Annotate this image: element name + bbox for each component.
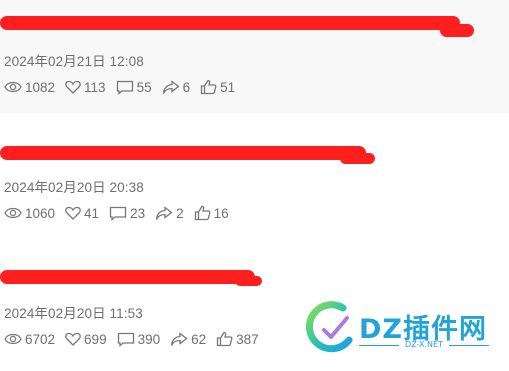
comments-stat[interactable]: 390 [117,331,161,347]
comment-icon [116,80,133,95]
views-stat: 1060 [4,206,55,221]
redacted-title [340,153,375,164]
shares-count: 2 [176,205,184,221]
comments-count: 390 [137,331,161,347]
shares-stat[interactable]: 6 [162,79,191,95]
heart-icon [65,80,81,94]
views-stat: 6702 [4,332,55,347]
shares-count: 6 [182,79,191,95]
eye-icon [4,333,22,345]
heart-icon [65,206,81,220]
thumbs-stat[interactable]: 387 [216,331,259,347]
thumbs-up-icon [200,79,217,95]
post-stats: 1060 41 23 2 16 [4,205,239,221]
watermark: DZ插件网 DZ-X.NET [305,300,505,360]
post-date: 2024年02月20日 11:53 [4,306,143,321]
post-date: 2024年02月21日 12:08 [4,54,144,69]
post-stats: 6702 699 390 62 387 [4,331,269,347]
redacted-title[interactable] [0,16,460,30]
likes-stat[interactable]: 113 [65,80,106,95]
thumbs-count: 51 [220,79,236,95]
redacted-title [235,276,262,286]
thumbs-stat[interactable]: 51 [200,79,235,95]
redacted-title [440,24,474,37]
views-count: 1060 [25,205,56,221]
redacted-title[interactable] [0,270,255,284]
comments-stat[interactable]: 55 [116,80,152,95]
share-icon [155,205,173,220]
likes-count: 113 [84,79,106,95]
post-date: 2024年02月20日 20:38 [4,180,144,195]
eye-icon [4,81,22,93]
eye-icon [4,207,22,219]
post-stats: 1082 113 55 6 51 [4,79,245,95]
post-card[interactable]: 2024年02月21日 12:08 1082 113 55 6 51 [0,0,509,113]
thumbs-up-icon [216,331,233,347]
heart-icon [65,332,81,346]
shares-count: 62 [191,331,207,347]
redacted-title[interactable] [0,146,366,160]
thumbs-stat[interactable]: 16 [194,205,229,221]
views-stat: 1082 [4,80,55,95]
views-count: 1082 [25,79,56,95]
shares-stat[interactable]: 2 [155,206,184,221]
share-icon [170,331,188,346]
likes-count: 41 [84,205,100,221]
thumbs-count: 16 [213,205,229,221]
watermark-logo-icon [305,301,353,353]
thumbs-up-icon [194,205,211,221]
comments-count: 55 [136,79,152,95]
comment-icon [109,206,127,221]
post-card[interactable]: 2024年02月20日 20:38 1060 41 23 2 16 [0,113,509,238]
likes-stat[interactable]: 699 [65,332,107,347]
watermark-subtitle: DZ-X.NET [405,340,443,349]
likes-stat[interactable]: 41 [65,206,99,221]
share-icon [162,79,180,94]
likes-count: 699 [84,331,107,347]
comments-count: 23 [130,205,146,221]
comment-icon [117,332,134,347]
thumbs-count: 387 [236,331,259,347]
comments-stat[interactable]: 23 [109,206,145,221]
shares-stat[interactable]: 62 [170,332,206,347]
views-count: 6702 [25,331,56,347]
